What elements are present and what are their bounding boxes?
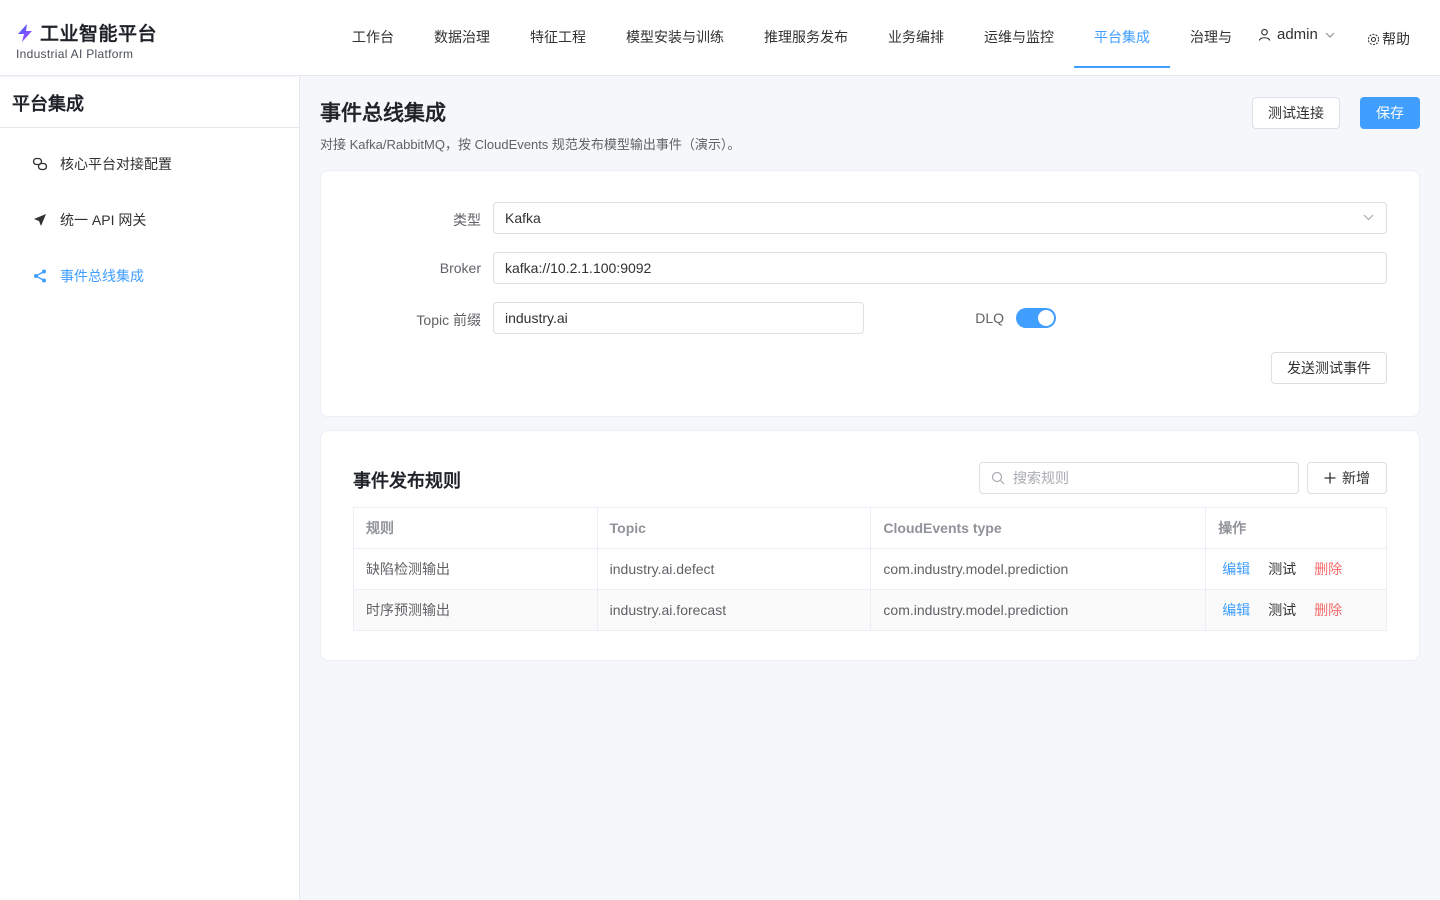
topic-prefix-input-value: industry.ai [505, 310, 568, 326]
add-rule-label: 新增 [1342, 470, 1370, 486]
table-row: 时序预测输出 industry.ai.forecast com.industry… [353, 589, 1387, 631]
nav-data-governance[interactable]: 数据治理 [414, 0, 510, 68]
dlq-label: DLQ [975, 310, 1004, 326]
logo[interactable]: 工业智能平台 Industrial AI Platform [16, 19, 157, 61]
rules-table: 规则 Topic CloudEvents type 操作 缺陷检测输出 indu… [353, 507, 1387, 631]
sidebar-item-event-bus[interactable]: 事件总线集成 [0, 248, 299, 304]
test-connection-button[interactable]: 测试连接 [1252, 97, 1340, 129]
type-select-value: Kafka [505, 210, 541, 226]
main-nav: 工作台 数据治理 特征工程 模型安装与训练 推理服务发布 业务编排 运维与监控 平台集成 治理与 [332, 0, 1236, 68]
top-header: 工业智能平台 Industrial AI Platform 工作台 数据治理 特征工… [0, 0, 1440, 76]
logo-subtitle: Industrial AI Platform [16, 47, 134, 61]
sidebar: 平台集成 核心平台对接配置 统一 API 网关 事件总线集成 [0, 77, 300, 900]
save-button[interactable]: 保存 [1360, 97, 1420, 129]
send-icon [34, 214, 46, 226]
rule-actions-cell: 编辑 测试 删除 [1205, 589, 1387, 631]
column-header: CloudEvents type [870, 507, 1207, 549]
sidebar-item-api-gateway[interactable]: 统一 API 网关 [0, 192, 299, 248]
edit-link[interactable]: 编辑 [1222, 600, 1250, 620]
add-rule-button[interactable]: 新增 [1307, 462, 1387, 494]
page-title: 事件总线集成 [320, 102, 446, 125]
logo-title: 工业智能平台 [40, 24, 158, 45]
rules-search[interactable] [979, 462, 1299, 494]
dlq-toggle[interactable] [1016, 308, 1056, 328]
send-test-event-button[interactable]: 发送测试事件 [1271, 352, 1387, 384]
rule-name-cell: 时序预测输出 [353, 589, 598, 631]
rule-type-cell: com.industry.model.prediction [870, 548, 1207, 590]
type-label: 类型 [453, 212, 481, 228]
user-name: admin [1277, 26, 1318, 43]
rule-topic-cell: industry.ai.forecast [596, 589, 872, 631]
rules-title: 事件发布规则 [353, 471, 461, 491]
table-row: 缺陷检测输出 industry.ai.defect com.industry.m… [353, 548, 1387, 590]
test-link[interactable]: 测试 [1268, 559, 1296, 579]
delete-link[interactable]: 删除 [1314, 600, 1342, 620]
plus-icon [1324, 472, 1336, 484]
rules-card: 事件发布规则 新增 规则 Topic CloudEvents type 操作 缺… [320, 430, 1420, 661]
nav-workbench[interactable]: 工作台 [332, 0, 414, 68]
user-icon [1258, 28, 1271, 41]
rule-actions-cell: 编辑 测试 删除 [1205, 548, 1387, 590]
sidebar-item-label: 事件总线集成 [60, 268, 144, 284]
column-header: Topic [596, 507, 872, 549]
test-link[interactable]: 测试 [1268, 600, 1296, 620]
broker-input[interactable]: kafka://10.2.1.100:9092 [493, 252, 1387, 284]
column-header: 操作 [1205, 507, 1387, 549]
help-label: 帮助 [1382, 31, 1410, 47]
page-description: 对接 Kafka/RabbitMQ，按 CloudEvents 规范发布模型输出… [320, 137, 741, 152]
help-button[interactable]: 帮助 [1367, 29, 1410, 49]
rule-type-cell: com.industry.model.prediction [870, 589, 1207, 631]
rule-topic-cell: industry.ai.defect [596, 548, 872, 590]
toggle-knob [1038, 310, 1054, 326]
nav-inference-publish[interactable]: 推理服务发布 [744, 0, 868, 68]
edit-link[interactable]: 编辑 [1222, 559, 1250, 579]
type-select[interactable]: Kafka [493, 202, 1387, 234]
search-icon [991, 471, 1005, 485]
nav-platform-integration[interactable]: 平台集成 [1074, 0, 1170, 68]
config-card: 类型 Kafka Broker kafka://10.2.1.100:9092 … [320, 170, 1420, 417]
topic-prefix-label: Topic 前缀 [416, 312, 481, 328]
nav-ops-monitoring[interactable]: 运维与监控 [964, 0, 1074, 68]
nav-model-training[interactable]: 模型安装与训练 [606, 0, 744, 68]
chevron-down-icon [1325, 32, 1335, 38]
rule-name-cell: 缺陷检测输出 [353, 548, 598, 590]
topic-prefix-input[interactable]: industry.ai [493, 302, 864, 334]
nav-feature-engineering[interactable]: 特征工程 [510, 0, 606, 68]
search-input[interactable] [1013, 470, 1273, 486]
nav-governance[interactable]: 治理与 [1170, 0, 1236, 68]
user-menu[interactable]: admin [1258, 26, 1341, 43]
share-icon [34, 269, 46, 283]
table-header-row: 规则 Topic CloudEvents type 操作 [353, 507, 1387, 549]
nav-business-orchestration[interactable]: 业务编排 [868, 0, 964, 68]
sidebar-item-label: 统一 API 网关 [60, 212, 147, 228]
sidebar-item-label: 核心平台对接配置 [60, 156, 172, 172]
link-icon [32, 157, 48, 171]
column-header: 规则 [353, 507, 598, 549]
chevron-down-icon [1363, 214, 1374, 221]
lightning-logo-icon [18, 23, 32, 42]
broker-input-value: kafka://10.2.1.100:9092 [505, 260, 652, 276]
sidebar-item-core-platform[interactable]: 核心平台对接配置 [0, 136, 299, 192]
delete-link[interactable]: 删除 [1314, 559, 1342, 579]
sidebar-title: 平台集成 [0, 77, 299, 128]
broker-label: Broker [439, 260, 481, 276]
gear-icon [1367, 33, 1380, 45]
